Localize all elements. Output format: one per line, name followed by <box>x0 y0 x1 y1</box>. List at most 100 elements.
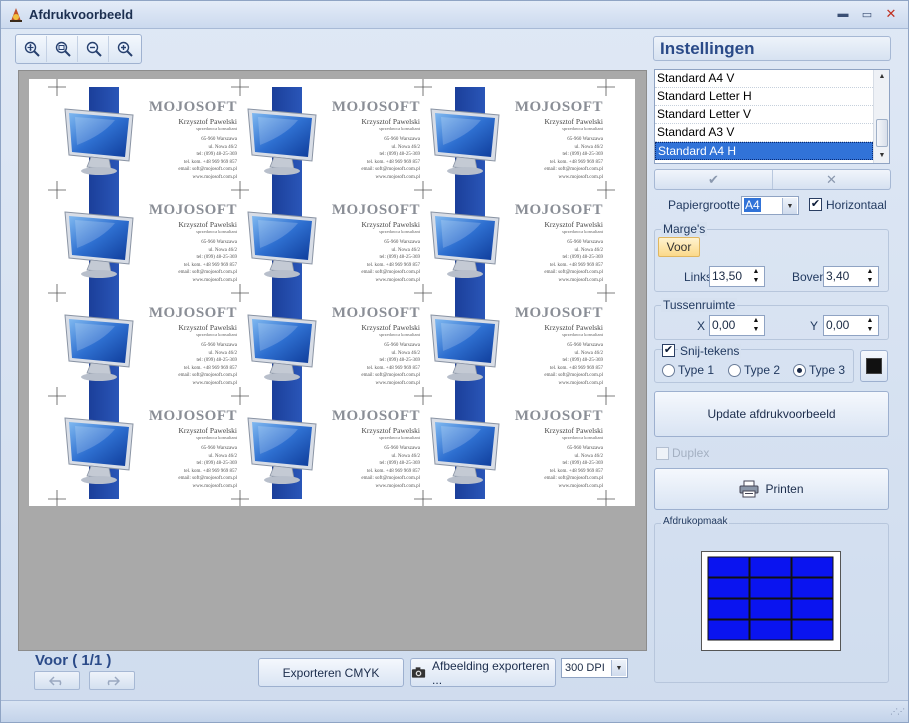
export-image-button[interactable]: Afbeelding exporteren ... <box>410 658 556 687</box>
card-contact-line: tel: (099) 48-25-369 <box>379 255 420 260</box>
dpi-select[interactable]: 300 DPI ▼ <box>561 658 628 678</box>
zoom-in-icon[interactable] <box>110 36 140 62</box>
zoom-fit-icon[interactable] <box>17 36 47 62</box>
list-scrollbar[interactable]: ▲ ▼ <box>873 70 889 163</box>
left-margin-input[interactable]: 13,50 ▲ ▼ <box>709 266 765 287</box>
horizontal-checkbox[interactable]: ✔ <box>809 198 822 211</box>
monitor-icon <box>246 105 326 180</box>
zoom-page-icon[interactable] <box>48 36 78 62</box>
update-preview-button[interactable]: Update afdrukvoorbeeld <box>654 391 889 437</box>
scroll-up-icon[interactable]: ▲ <box>874 70 889 84</box>
spinner-arrows-icon[interactable]: ▲ ▼ <box>863 317 877 334</box>
duplex-checkbox[interactable] <box>656 447 669 460</box>
tab-voor[interactable]: Voor <box>658 237 700 257</box>
chevron-down-icon[interactable]: ▼ <box>611 660 626 676</box>
list-item[interactable]: Standard A3 V <box>655 124 873 142</box>
card-contact-line: email: soft@mojosoft.com.pl <box>361 476 420 481</box>
spacing-group-title: Tussenruimte <box>661 298 738 312</box>
card-role: sprzedawca konsultant <box>562 332 603 337</box>
card-contact-line: ul. Nowa 46/2 <box>208 247 237 253</box>
status-bar: ⋰⋰ <box>1 700 908 722</box>
card-contact-line: tel. kom. +48 969 969 857 <box>367 365 420 371</box>
redo-arrow-icon <box>107 675 120 686</box>
spacing-y-input[interactable]: 0,00 ▲ ▼ <box>823 315 879 336</box>
spacing-x-input[interactable]: 0,00 ▲ ▼ <box>709 315 765 336</box>
card-contact-line: tel: (099) 48-25-369 <box>562 461 603 466</box>
preview-area[interactable]: MOJOSOFT Krzysztof Pawelski sprzedawca k… <box>18 70 647 651</box>
monitor-icon <box>63 414 143 489</box>
card-contact-line: email: soft@mojosoft.com.pl <box>544 476 603 481</box>
zoom-out-icon[interactable] <box>79 36 109 62</box>
check-icon[interactable]: ✔ <box>655 170 773 189</box>
card-contact-line: www.mojosoft.com.pl <box>192 483 237 489</box>
close-icon[interactable]: ✕ <box>880 6 902 22</box>
spinner-arrows-icon[interactable]: ▲ ▼ <box>863 268 877 285</box>
monitor-icon <box>429 311 509 386</box>
card-contact-line: 65-960 Warszawa <box>567 137 603 142</box>
spacing-x-value: 0,00 <box>712 318 736 332</box>
export-cmyk-button[interactable]: Exporteren CMYK <box>258 658 404 687</box>
layout-cell <box>707 577 750 599</box>
top-margin-label: Boven <box>792 270 827 284</box>
settings-panel: Instellingen Standard A4 V Standard Lette… <box>652 35 892 685</box>
cutmarks-checkbox[interactable]: ✔ <box>662 344 675 357</box>
update-preview-label: Update afdrukvoorbeeld <box>707 407 836 421</box>
zoom-toolbar <box>15 34 142 64</box>
print-label: Printen <box>765 482 804 496</box>
card-contact-line: ul. Nowa 46/2 <box>391 247 420 253</box>
top-margin-input[interactable]: 3,40 ▲ ▼ <box>823 266 879 287</box>
card-role: sprzedawca konsultant <box>562 435 603 440</box>
type1-radio[interactable] <box>662 364 675 377</box>
cross-icon[interactable]: ✕ <box>773 170 890 189</box>
card-contact-line: tel: (099) 48-25-369 <box>562 358 603 363</box>
list-item[interactable]: Standard A4 V <box>655 70 873 88</box>
card-brand: MOJOSOFT <box>148 99 237 115</box>
list-item[interactable]: Standard Letter V <box>655 106 873 124</box>
maximize-icon[interactable]: ▭ <box>856 6 878 22</box>
print-preview-window: Afdrukvoorbeeld ▬ ▭ ✕ MOJOSOFT Krzysztof… <box>0 0 909 723</box>
card-contact-line: ul. Nowa 46/2 <box>208 453 237 459</box>
spinner-arrows-icon[interactable]: ▲ ▼ <box>749 268 763 285</box>
card-brand: MOJOSOFT <box>514 202 603 218</box>
type2-radio[interactable] <box>728 364 741 377</box>
layout-cell <box>791 556 834 578</box>
card-contact-line: ul. Nowa 46/2 <box>574 350 603 356</box>
card-contact-line: tel. kom. +48 969 969 857 <box>550 468 603 474</box>
paper-preset-list[interactable]: Standard A4 V Standard Letter H Standard L… <box>654 69 890 164</box>
previous-page-button[interactable] <box>34 671 80 690</box>
export-image-label: Afbeelding exporteren ... <box>432 658 550 687</box>
card-name: Krzysztof Pawelski <box>361 117 420 126</box>
card-contact-line: www.mojosoft.com.pl <box>375 483 420 489</box>
chevron-down-icon[interactable]: ▼ <box>782 198 797 214</box>
scroll-thumb[interactable] <box>876 119 888 147</box>
card-contact-line: tel. kom. +48 969 969 857 <box>550 365 603 371</box>
card-contact-line: 65-960 Warszawa <box>384 240 420 245</box>
layout-grid <box>707 556 834 641</box>
next-page-button[interactable] <box>89 671 135 690</box>
card-contact: 65-960 Warszawa ul. Nowa 46/2 tel: (099) 4… <box>361 342 420 387</box>
card-role: sprzedawca konsultant <box>196 435 237 440</box>
card-contact-line: email: soft@mojosoft.com.pl <box>178 373 237 378</box>
card-brand: MOJOSOFT <box>331 202 420 218</box>
card-contact-line: tel: (099) 48-25-369 <box>196 152 237 157</box>
type3-radio[interactable] <box>793 364 806 377</box>
list-item[interactable]: Standard Letter H <box>655 88 873 106</box>
paper-size-select[interactable]: A4 ▼ <box>741 196 799 215</box>
card-brand: MOJOSOFT <box>514 408 603 424</box>
card-role: sprzedawca konsultant <box>562 126 603 131</box>
spinner-arrows-icon[interactable]: ▲ ▼ <box>749 317 763 334</box>
cutmark-color-button[interactable] <box>860 350 888 382</box>
scroll-down-icon[interactable]: ▼ <box>874 149 889 163</box>
app-icon <box>10 7 22 22</box>
card-contact-line: ul. Nowa 46/2 <box>574 144 603 150</box>
minimize-icon[interactable]: ▬ <box>832 6 854 22</box>
list-item[interactable]: Standard A4 H <box>655 142 873 160</box>
card-contact-line: tel: (099) 48-25-369 <box>379 461 420 466</box>
resize-grip-icon[interactable]: ⋰⋰ <box>890 707 905 719</box>
layout-cell <box>707 556 750 578</box>
print-button[interactable]: Printen <box>654 468 889 510</box>
layout-cell <box>707 619 750 641</box>
card-contact-line: 65-960 Warszawa <box>201 343 237 348</box>
layout-cell <box>749 577 792 599</box>
business-card: MOJOSOFT Krzysztof Pawelski sprzedawca k… <box>423 396 605 499</box>
